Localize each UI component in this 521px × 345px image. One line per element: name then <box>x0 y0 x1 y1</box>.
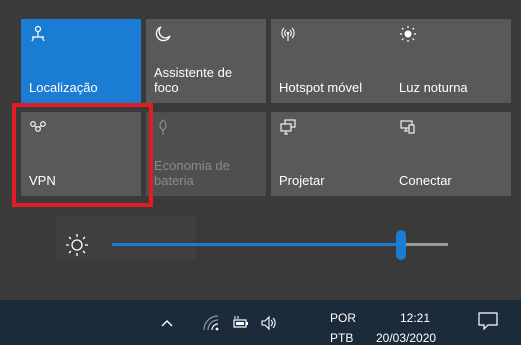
brightness-control <box>0 216 521 276</box>
hotspot-icon <box>281 27 295 41</box>
notifications-icon[interactable] <box>478 312 498 330</box>
mobile-hotspot-label: Hotspot móvel <box>279 80 363 95</box>
battery-saver-icon <box>159 119 167 135</box>
clock-date[interactable]: 20/03/2020 <box>376 331 436 345</box>
brightness-slider-track[interactable] <box>400 243 448 246</box>
language-indicator-bottom[interactable]: PTB <box>330 331 353 345</box>
connect-label: Conectar <box>399 173 452 188</box>
brightness-slider-fill[interactable] <box>112 243 401 246</box>
brightness-icon <box>66 234 88 256</box>
clock-time[interactable]: 12:21 <box>400 311 430 325</box>
focus-assist-tile[interactable]: Assistente de foco <box>146 19 266 103</box>
action-center-quick-actions: Localização Assistente de foco Hotspot m… <box>0 0 521 300</box>
wifi-icon[interactable] <box>202 314 220 332</box>
battery-icon[interactable] <box>232 314 250 332</box>
battery-saver-tile[interactable]: Economia de bateria <box>146 112 266 196</box>
chevron-up-icon[interactable] <box>158 314 176 332</box>
focus-assist-label: Assistente de foco <box>154 65 233 95</box>
connect-icon <box>400 120 415 134</box>
night-light-icon <box>400 26 416 42</box>
vpn-highlight-box <box>12 103 153 207</box>
project-tile[interactable]: Projetar <box>271 112 391 196</box>
connect-tile[interactable]: Conectar <box>391 112 511 196</box>
night-light-label: Luz noturna <box>399 80 468 95</box>
mobile-hotspot-tile[interactable]: Hotspot móvel <box>271 19 391 103</box>
project-icon <box>280 119 296 135</box>
moon-icon <box>155 26 171 42</box>
night-light-tile[interactable]: Luz noturna <box>391 19 511 103</box>
location-tile[interactable]: Localização <box>21 19 141 103</box>
project-label: Projetar <box>279 173 325 188</box>
location-label: Localização <box>29 80 98 95</box>
taskbar: POR PTB 12:21 20/03/2020 <box>0 300 521 345</box>
language-indicator-top[interactable]: POR <box>330 311 356 325</box>
brightness-slider-thumb[interactable] <box>395 230 406 260</box>
battery-saver-label: Economia de bateria <box>154 158 230 188</box>
volume-icon[interactable] <box>260 314 278 332</box>
location-icon <box>31 25 45 42</box>
